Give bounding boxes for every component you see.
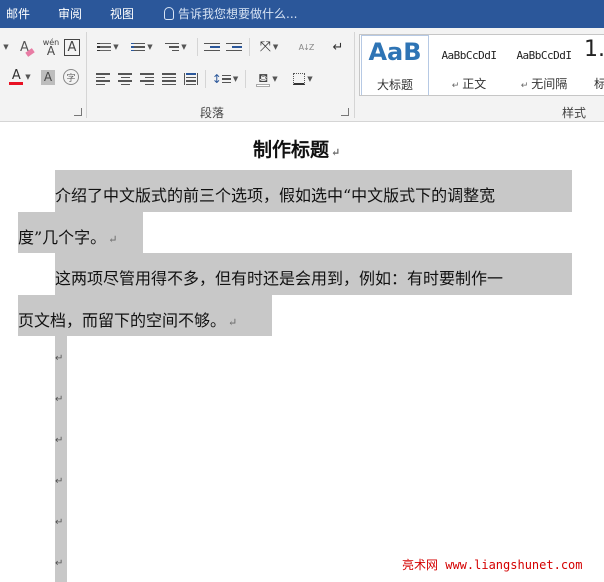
paragraph-1-line-2: 度”几个字。 ↵ [18, 228, 118, 247]
sort-icon: A↓Z [298, 42, 315, 52]
clear-formatting-button[interactable]: A [16, 36, 38, 58]
chinese-layout-icon: ⤧ [259, 39, 271, 55]
multilevel-list-icon [165, 42, 180, 52]
font-color-button[interactable]: A ▼ [4, 66, 36, 88]
phonetic-guide-bottom: A [46, 44, 56, 58]
bullets-button[interactable]: ▼ [92, 36, 124, 58]
line-spacing-button[interactable]: ↕ ▼ [209, 68, 241, 90]
font-size-dropdown-edge[interactable]: ▼ [0, 36, 10, 58]
align-right-icon [140, 73, 154, 85]
group-separator [86, 32, 87, 118]
increase-indent-button[interactable] [223, 36, 245, 58]
align-center-button[interactable] [114, 68, 136, 90]
distributed-icon [184, 73, 198, 85]
empty-paragraph-mark: ↵ [55, 394, 64, 405]
character-shading-button[interactable]: A [38, 66, 58, 88]
decrease-indent-button[interactable] [201, 36, 223, 58]
borders-icon [293, 73, 306, 85]
distributed-button[interactable] [180, 68, 202, 90]
increase-indent-icon [226, 42, 242, 52]
styles-group-label: 样式 [562, 106, 587, 120]
paragraph-group-label: 段落 [200, 106, 225, 120]
separator [197, 38, 198, 56]
paragraph-1-line-1: 介绍了中文版式的前三个选项，假如选中“中文版式下的调整宽 [55, 186, 496, 205]
tell-me-text: 告诉我您想要做什么... [178, 7, 298, 21]
paragraph-mark-icon: ↵ [332, 39, 344, 55]
show-hide-marks-button[interactable]: ↵ [327, 36, 349, 58]
styles-gallery: AaB 大标题 AaBbCcDdI ↵ 正文 AaBbCcDdI ↵ 无间隔 1… [359, 34, 604, 96]
paragraph-dialog-launcher-icon[interactable] [341, 108, 349, 116]
style-normal[interactable]: AaBbCcDdI ↵ 正文 [432, 35, 506, 95]
font-dialog-launcher-icon[interactable] [74, 108, 82, 116]
character-border-icon: A [63, 38, 81, 56]
style-heading-1[interactable]: 1. 标 [582, 35, 604, 95]
lightbulb-icon [164, 7, 174, 20]
line-spacing-icon: ↕ [211, 72, 222, 86]
document-area[interactable]: 制作标题 ↵ 介绍了中文版式的前三个选项，假如选中“中文版式下的调整宽 度”几个字… [0, 123, 604, 582]
separator [205, 70, 206, 88]
sort-button[interactable]: A↓Z [293, 36, 319, 58]
empty-paragraph-mark: ↵ [55, 558, 64, 569]
group-separator [354, 32, 355, 118]
document-title: 制作标题 ↵ [253, 139, 341, 161]
decrease-indent-icon [204, 42, 220, 52]
justify-icon [162, 73, 176, 85]
justify-button[interactable] [158, 68, 180, 90]
separator [245, 70, 246, 88]
character-shading-icon: A [40, 69, 56, 85]
shading-button[interactable]: ⛾ ▼ [250, 68, 284, 90]
selection-highlight [55, 336, 67, 582]
style-no-spacing[interactable]: AaBbCcDdI ↵ 无间隔 [507, 35, 581, 95]
align-left-button[interactable] [92, 68, 114, 90]
empty-paragraph-mark: ↵ [55, 476, 64, 487]
multilevel-list-button[interactable]: ▼ [160, 36, 192, 58]
paragraph-2-line-1: 这两项尽管用得不多，但有时还是会用到，例如：有时要制作一 [55, 269, 504, 288]
enclose-characters-button[interactable]: 字 [60, 66, 82, 88]
menu-bar: 邮件 审阅 视图 告诉我您想要做什么... [0, 0, 604, 28]
empty-paragraph-mark: ↵ [55, 353, 64, 364]
align-right-button[interactable] [136, 68, 158, 90]
align-center-icon [118, 73, 132, 85]
numbering-button[interactable]: ▼ [126, 36, 158, 58]
empty-paragraph-mark: ↵ [55, 435, 64, 446]
chinese-layout-button[interactable]: ⤧ ▼ [253, 36, 285, 58]
eraser-icon: A [20, 40, 35, 57]
paragraph-2-line-2: 页文档，而留下的空间不够。 ↵ [18, 311, 238, 330]
menu-mailings[interactable]: 邮件 [6, 6, 30, 22]
borders-button[interactable]: ▼ [288, 68, 318, 90]
enclose-characters-icon: 字 [63, 69, 79, 85]
separator [249, 38, 250, 56]
watermark: 亮术网 www.liangshunet.com [402, 558, 583, 572]
phonetic-guide-button[interactable]: wén A [40, 36, 62, 58]
empty-paragraph-mark: ↵ [55, 517, 64, 528]
character-border-button[interactable]: A [62, 36, 82, 58]
paint-bucket-icon: ⛾ [256, 72, 271, 87]
menu-view[interactable]: 视图 [110, 6, 134, 22]
numbering-icon [131, 42, 146, 52]
tell-me-search[interactable]: 告诉我您想要做什么... [164, 6, 297, 22]
font-color-icon: A [9, 69, 24, 85]
style-title[interactable]: AaB 大标题 [361, 35, 429, 95]
ribbon: ▼ A wén A A A ▼ A 字 ▼ ▼ ▼ ⤧ ▼ A↓Z ↵ ↕ ▼ … [0, 28, 604, 122]
bullets-icon [97, 42, 112, 52]
align-left-icon [96, 73, 110, 85]
menu-review[interactable]: 审阅 [58, 6, 82, 22]
